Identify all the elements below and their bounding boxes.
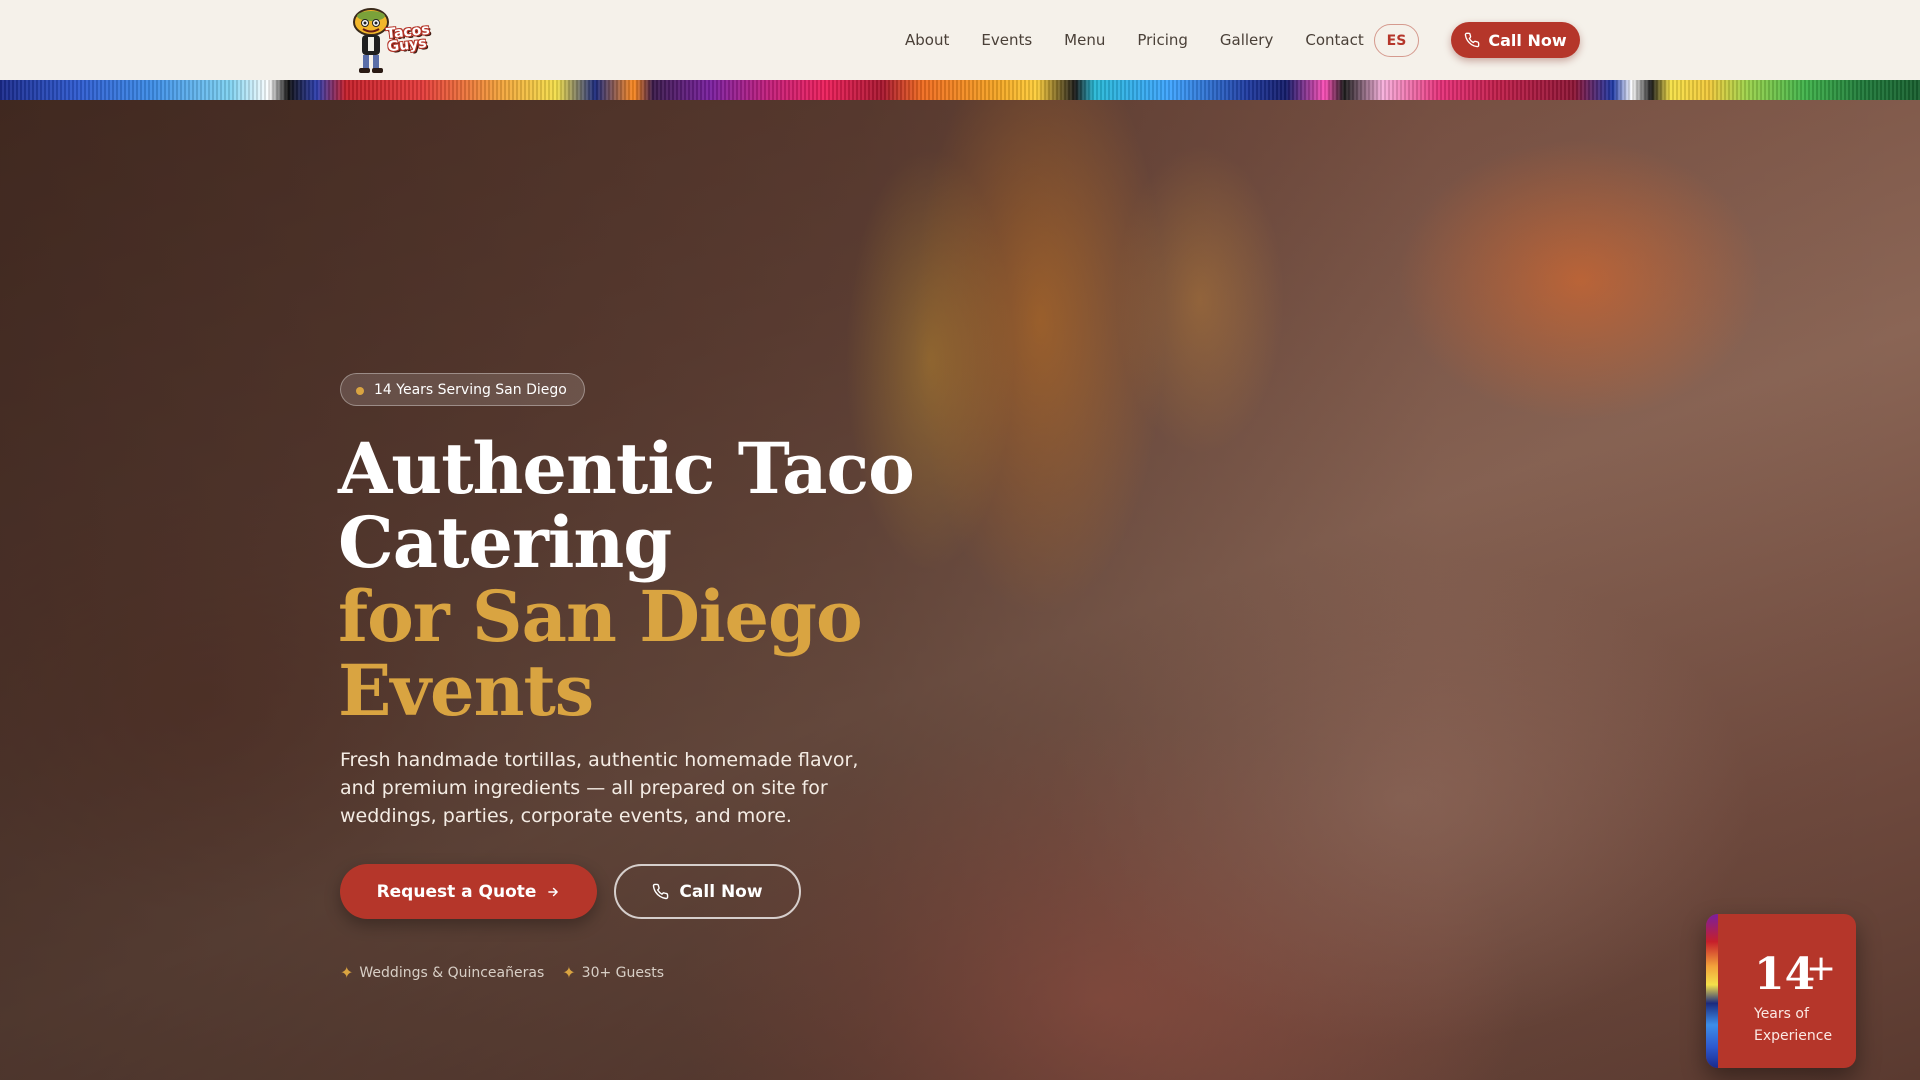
hero-call-now-button[interactable]: Call Now	[614, 864, 801, 919]
feature-weddings-label: Weddings & Quinceañeras	[359, 964, 545, 981]
request-quote-label: Request a Quote	[376, 881, 537, 902]
years-serving-badge: 14 Years Serving San Diego	[340, 373, 585, 406]
nav-about[interactable]: About	[905, 31, 949, 49]
dot-icon	[356, 387, 364, 395]
nav-pricing[interactable]: Pricing	[1137, 31, 1188, 49]
header-call-label: Call Now	[1488, 30, 1567, 50]
arrow-right-icon	[546, 885, 560, 899]
feature-item: ✦ 30+ Guests	[562, 963, 664, 982]
feature-guests-label: 30+ Guests	[581, 964, 665, 981]
hero-call-label: Call Now	[679, 881, 763, 902]
sparkle-icon: ✦	[562, 963, 576, 982]
headline-line-4: Events	[338, 649, 594, 732]
nav-gallery[interactable]: Gallery	[1220, 31, 1273, 49]
experience-label: Years of Experience	[1754, 1006, 1833, 1044]
header-call-now-button[interactable]: Call Now	[1451, 22, 1580, 58]
hero-features: ✦ Weddings & Quinceañeras ✦ 30+ Guests	[340, 963, 664, 982]
experience-card: 14 + Years of Experience	[1706, 914, 1856, 1068]
experience-plus: +	[1806, 948, 1837, 989]
nav-events[interactable]: Events	[981, 31, 1032, 49]
phone-icon	[652, 883, 669, 900]
hero-subtext: Fresh handmade tortillas, authentic home…	[340, 749, 859, 827]
sparkle-icon: ✦	[340, 963, 354, 982]
hero-headline: Authentic Taco Catering for San Diego Ev…	[338, 432, 1038, 728]
request-quote-button[interactable]: Request a Quote	[340, 864, 597, 919]
nav-menu[interactable]: Menu	[1064, 31, 1105, 49]
taco-mascot-logo[interactable]: Tacos Guys	[349, 8, 433, 74]
badge-label: 14 Years Serving San Diego	[374, 381, 567, 398]
serape-accent-stripe	[1706, 914, 1718, 1068]
site-header: Tacos Guys About Events Menu Pricing Gal…	[0, 0, 1920, 80]
main-nav: About Events Menu Pricing Gallery Contac…	[905, 0, 1396, 80]
language-toggle-button[interactable]: ES	[1374, 24, 1419, 57]
feature-item: ✦ Weddings & Quinceañeras	[340, 963, 544, 982]
serape-stripe-divider	[0, 80, 1920, 100]
phone-icon	[1464, 32, 1480, 48]
headline-line-2: Catering	[338, 501, 672, 584]
nav-contact[interactable]: Contact	[1305, 31, 1363, 49]
headline-line-1: Authentic Taco	[338, 427, 915, 510]
headline-line-3: for San Diego	[338, 575, 863, 658]
